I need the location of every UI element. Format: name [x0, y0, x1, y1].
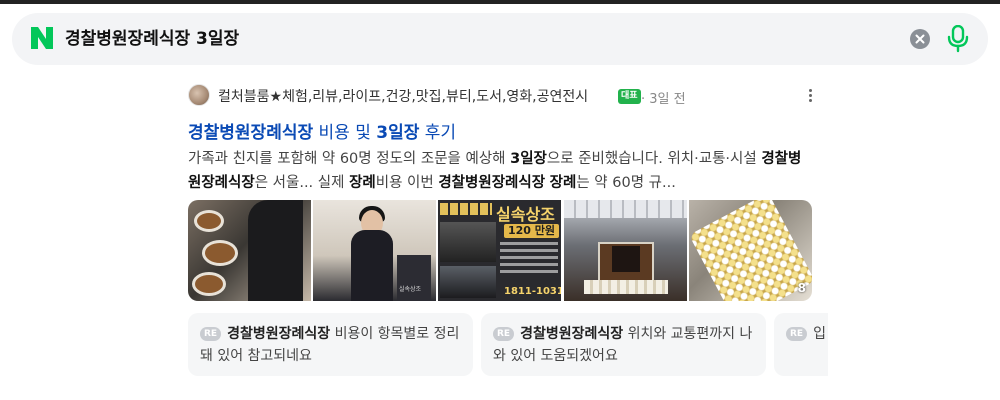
altar-portrait [612, 246, 640, 272]
flower-bouquet [689, 200, 812, 301]
reply-badge: RE [493, 327, 515, 341]
comment-carousel[interactable]: RE 경찰병원장례식장 비용이 항목별로 정리돼 있어 참고되네요 RE 경찰병원장… [188, 313, 828, 376]
thumbnail-advertisement[interactable]: 실속상조 120 만원 1811-1031 [438, 200, 561, 301]
comment-highlight: 경찰병원장례식장 [520, 326, 624, 342]
ceiling-lights [564, 200, 687, 218]
post-snippet[interactable]: 가족과 친지를 포함해 약 60명 정도의 조문을 예상해 3일장으로 준비했습… [188, 147, 813, 195]
author-name[interactable]: 컬처블룸★체험,리뷰,라이프,건강,맛집,뷰티,도서,영화,공연전시 [218, 86, 588, 106]
post-time: · 3일 전 [641, 92, 686, 107]
comment-item[interactable]: RE 경찰병원장례식장 비용이 항목별로 정리돼 있어 참고되네요 [188, 313, 473, 376]
snippet-text: 는 약 60명 규... [576, 175, 676, 191]
reply-badge: RE [786, 327, 808, 341]
flower-row [584, 280, 668, 294]
comment-item[interactable]: RE 경찰병원장례식장 위치와 교통편까지 나와 있어 도움되겠어요 [481, 313, 766, 376]
ad-phone: 1811-1031 [504, 286, 561, 297]
ad-photo-car [440, 266, 496, 298]
plate-shape [192, 272, 226, 296]
microphone-icon[interactable] [946, 25, 970, 53]
title-highlight: 3일장 [376, 123, 420, 143]
thumbnail-staff[interactable]: 실속상조 [313, 200, 436, 301]
naver-logo-icon[interactable] [31, 27, 53, 49]
comment-item[interactable]: RE 입 정리돼 [774, 313, 828, 376]
snippet-highlight: 3일장 [510, 151, 547, 167]
search-bar[interactable]: 경찰병원장례식장 3일장 [12, 13, 988, 65]
plate-shape [194, 210, 224, 232]
thumbnail-memorial-altar[interactable] [564, 200, 687, 301]
ad-text-lines [500, 242, 558, 277]
thumbnail-food-table[interactable] [188, 200, 311, 301]
more-options-icon[interactable] [802, 87, 818, 105]
suit-shape [351, 230, 393, 301]
ad-photo-people [440, 222, 496, 262]
ad-title: 실속상조 [496, 205, 555, 224]
clear-search-button[interactable] [910, 29, 930, 49]
signboard [397, 255, 431, 301]
top-status-strip [0, 0, 1000, 4]
post-title-link[interactable]: 경찰병원장례식장 비용 및 3일장 후기 [188, 118, 456, 143]
snippet-text: 으로 준비했습니다. 위치·교통·시설 [546, 151, 762, 167]
snippet-highlight: 경찰병원장례식장 [438, 175, 546, 191]
reply-badge: RE [200, 327, 222, 341]
staff-figure [248, 200, 303, 301]
ad-price: 120 만원 [504, 224, 560, 238]
snippet-text: 은 서울... 실제 [254, 175, 350, 191]
search-input[interactable]: 경찰병원장례식장 3일장 [65, 13, 239, 65]
thumbnail-flower-arrangement[interactable]: 8 [689, 200, 812, 301]
comment-text: 입 정리돼 [813, 326, 828, 342]
thumbnail-strip: 실속상조 실속상조 120 만원 1811-1031 8 [188, 200, 812, 301]
comment-highlight: 경찰병원장례식장 [227, 326, 331, 342]
author-row: 컬처블룸★체험,리뷰,라이프,건강,맛집,뷰티,도서,영화,공연전시 대표 · … [188, 83, 818, 109]
rating-stars [440, 203, 492, 215]
title-text: 비용 및 [313, 123, 377, 143]
avatar[interactable] [188, 84, 210, 106]
sign-text: 실속상조 [399, 286, 422, 293]
snippet-text: 비용 이번 [375, 175, 439, 191]
title-text: 후기 [419, 123, 457, 143]
representative-badge: 대표 [618, 89, 641, 104]
snippet-text: 가족과 친지를 포함해 약 60명 정도의 조문을 예상해 [188, 151, 511, 167]
blog-result-card: 컬처블룸★체험,리뷰,라이프,건강,맛집,뷰티,도서,영화,공연전시 대표 · … [188, 80, 828, 390]
snippet-highlight: 장례 [349, 175, 376, 191]
title-highlight: 경찰병원장례식장 [188, 123, 314, 143]
close-icon [915, 34, 925, 44]
more-images-count: 8 [797, 281, 806, 295]
plate-shape [202, 240, 238, 266]
snippet-highlight: 장례 [549, 175, 577, 191]
